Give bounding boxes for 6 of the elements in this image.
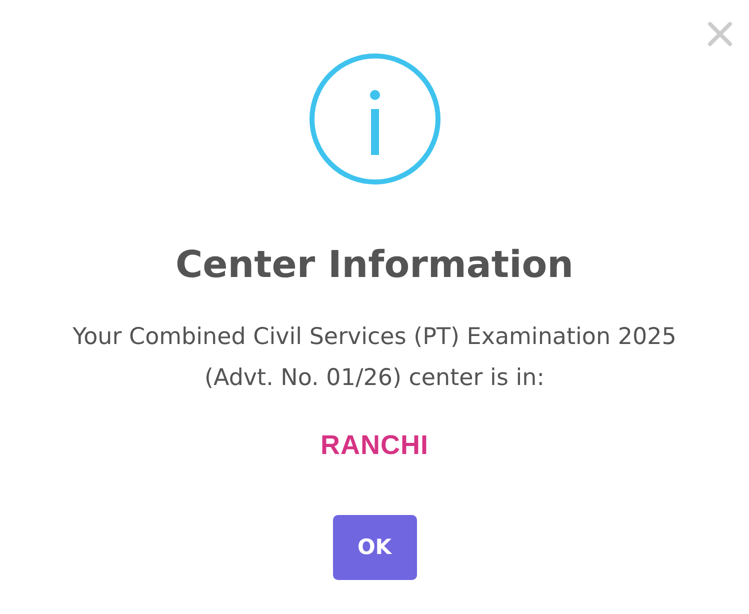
close-icon[interactable] — [708, 22, 732, 46]
dialog-message: Your Combined Civil Services (PT) Examination 2025 (Advt. No. 01/26) center is in: — [72, 323, 678, 394]
ok-button[interactable]: OK — [332, 514, 416, 580]
info-icon — [308, 53, 440, 185]
center-name: RANCHI — [320, 429, 428, 462]
dialog-title: Center Information — [175, 243, 574, 288]
